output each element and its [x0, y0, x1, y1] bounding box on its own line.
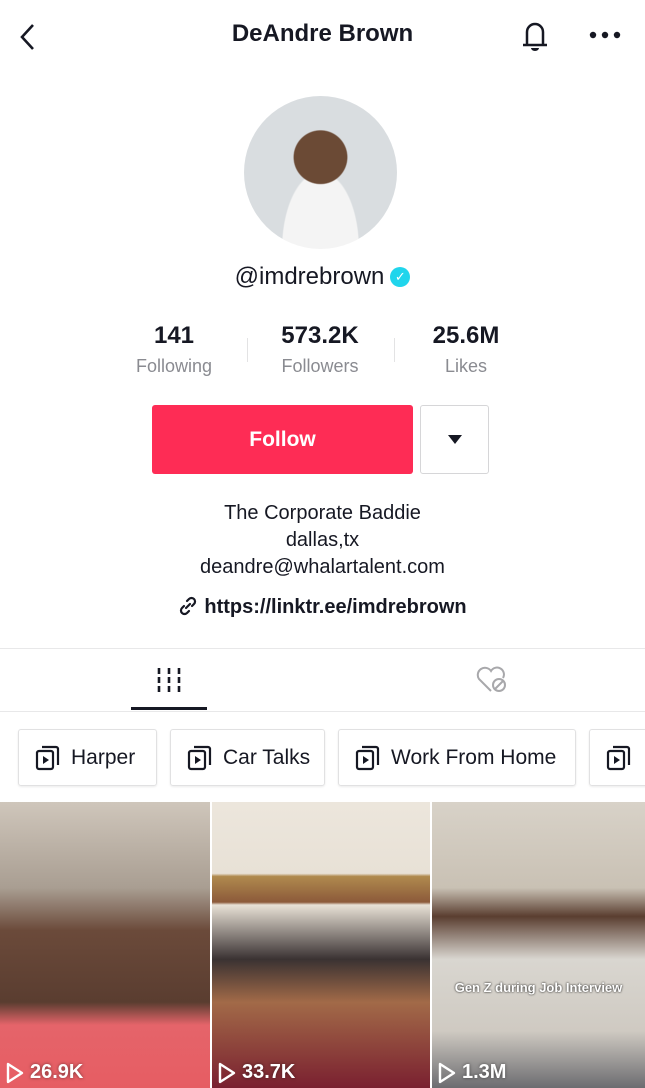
caret-down-icon: [447, 435, 462, 444]
divider: [0, 648, 645, 649]
playlist-icon: [187, 745, 212, 770]
bio-line: deandre@whalartalent.com: [200, 556, 445, 578]
play-icon: [218, 1062, 236, 1083]
video-thumbnail[interactable]: 33.7K: [212, 802, 430, 1088]
tab-videos[interactable]: [0, 650, 338, 710]
view-count: 33.7K: [218, 1061, 295, 1084]
bio-link[interactable]: https://linktr.ee/imdrebrown: [0, 596, 645, 619]
suggested-accounts-button[interactable]: [420, 405, 489, 474]
video-caption: Gen Z during Job Interview: [454, 980, 623, 995]
playlist-icon: [355, 745, 380, 770]
divider: [247, 338, 248, 362]
more-horizontal-icon: [589, 31, 621, 39]
playlist-chip[interactable]: Car Talks: [170, 729, 325, 786]
bio-line: dallas,tx: [285, 529, 360, 551]
play-icon: [6, 1062, 24, 1083]
stat-following[interactable]: 141 Following: [109, 322, 239, 377]
divider: [394, 338, 395, 362]
playlist-chip[interactable]: Work From Home: [338, 729, 576, 786]
avatar[interactable]: [244, 96, 397, 249]
follow-button[interactable]: Follow: [152, 405, 413, 474]
stat-likes[interactable]: 25.6M Likes: [401, 322, 531, 377]
active-tab-indicator: [131, 707, 207, 710]
link-icon: [180, 596, 197, 616]
playlist-icon: [35, 745, 60, 770]
playlist-chip[interactable]: [589, 729, 645, 786]
playlist-icon: [606, 745, 631, 770]
divider: [0, 711, 645, 712]
bell-icon: [523, 22, 547, 51]
bio-line: The Corporate Baddie: [224, 502, 421, 524]
more-button[interactable]: [588, 28, 622, 47]
username: @imdrebrown ✓: [0, 263, 645, 291]
liked-hidden-icon: [476, 666, 506, 692]
notification-button[interactable]: [519, 18, 551, 59]
tab-liked[interactable]: [338, 650, 645, 710]
play-icon: [438, 1062, 456, 1083]
view-count: 26.9K: [6, 1061, 83, 1084]
grid-icon: [157, 668, 181, 692]
video-thumbnail[interactable]: 26.9K: [0, 802, 210, 1088]
playlist-chip[interactable]: Harper: [18, 729, 157, 786]
video-thumbnail[interactable]: Gen Z during Job Interview 1.3M: [432, 802, 645, 1088]
view-count: 1.3M: [438, 1061, 506, 1084]
verified-badge-icon: ✓: [390, 267, 411, 287]
stat-followers[interactable]: 573.2K Followers: [255, 322, 385, 377]
